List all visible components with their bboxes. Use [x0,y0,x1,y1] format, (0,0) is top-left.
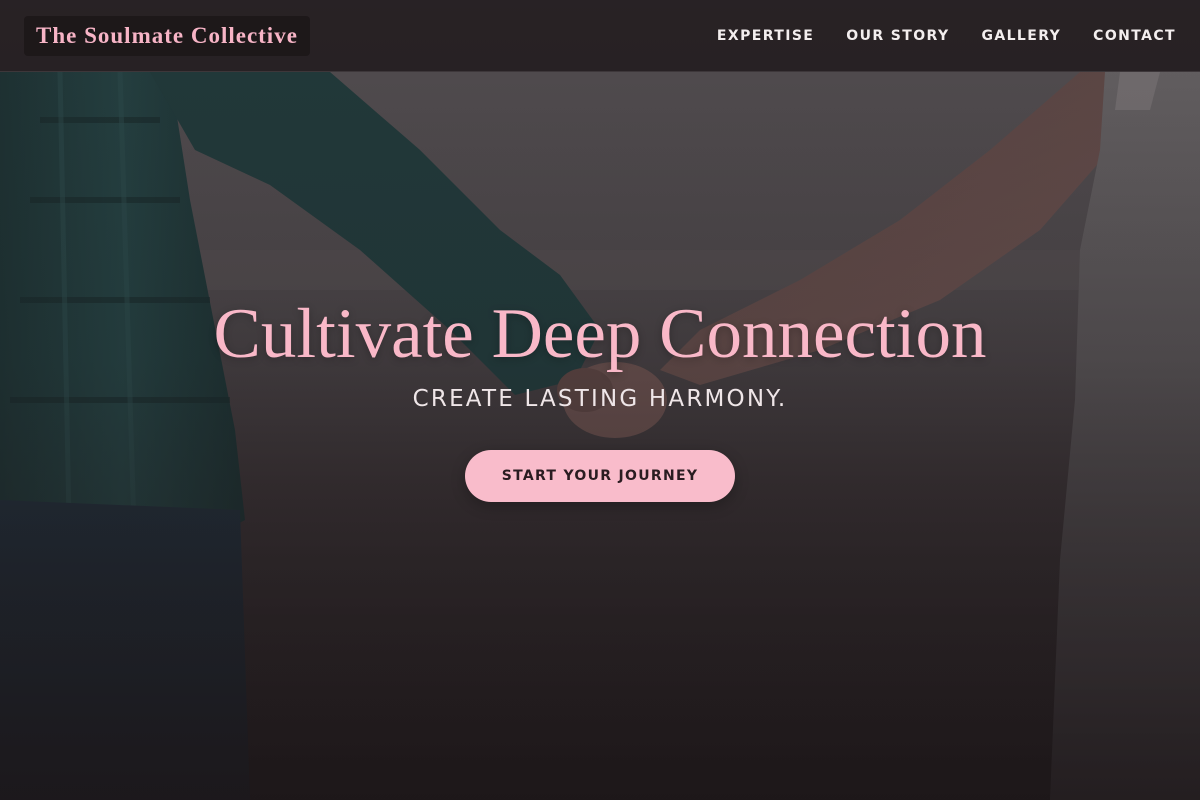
start-journey-button[interactable]: START YOUR JOURNEY [465,450,735,502]
site-header: The Soulmate Collective EXPERTISE OUR ST… [0,0,1200,72]
hero-subheadline: CREATE LASTING HARMONY. [412,386,788,412]
nav-item-gallery[interactable]: GALLERY [981,28,1061,44]
hero-headline: Cultivate Deep Connection [213,295,987,373]
nav-item-our-story[interactable]: OUR STORY [846,28,949,44]
brand-logo[interactable]: The Soulmate Collective [24,16,310,56]
main-nav: EXPERTISE OUR STORY GALLERY CONTACT [685,0,1176,72]
nav-item-expertise[interactable]: EXPERTISE [717,28,814,44]
nav-item-contact[interactable]: CONTACT [1093,28,1176,44]
